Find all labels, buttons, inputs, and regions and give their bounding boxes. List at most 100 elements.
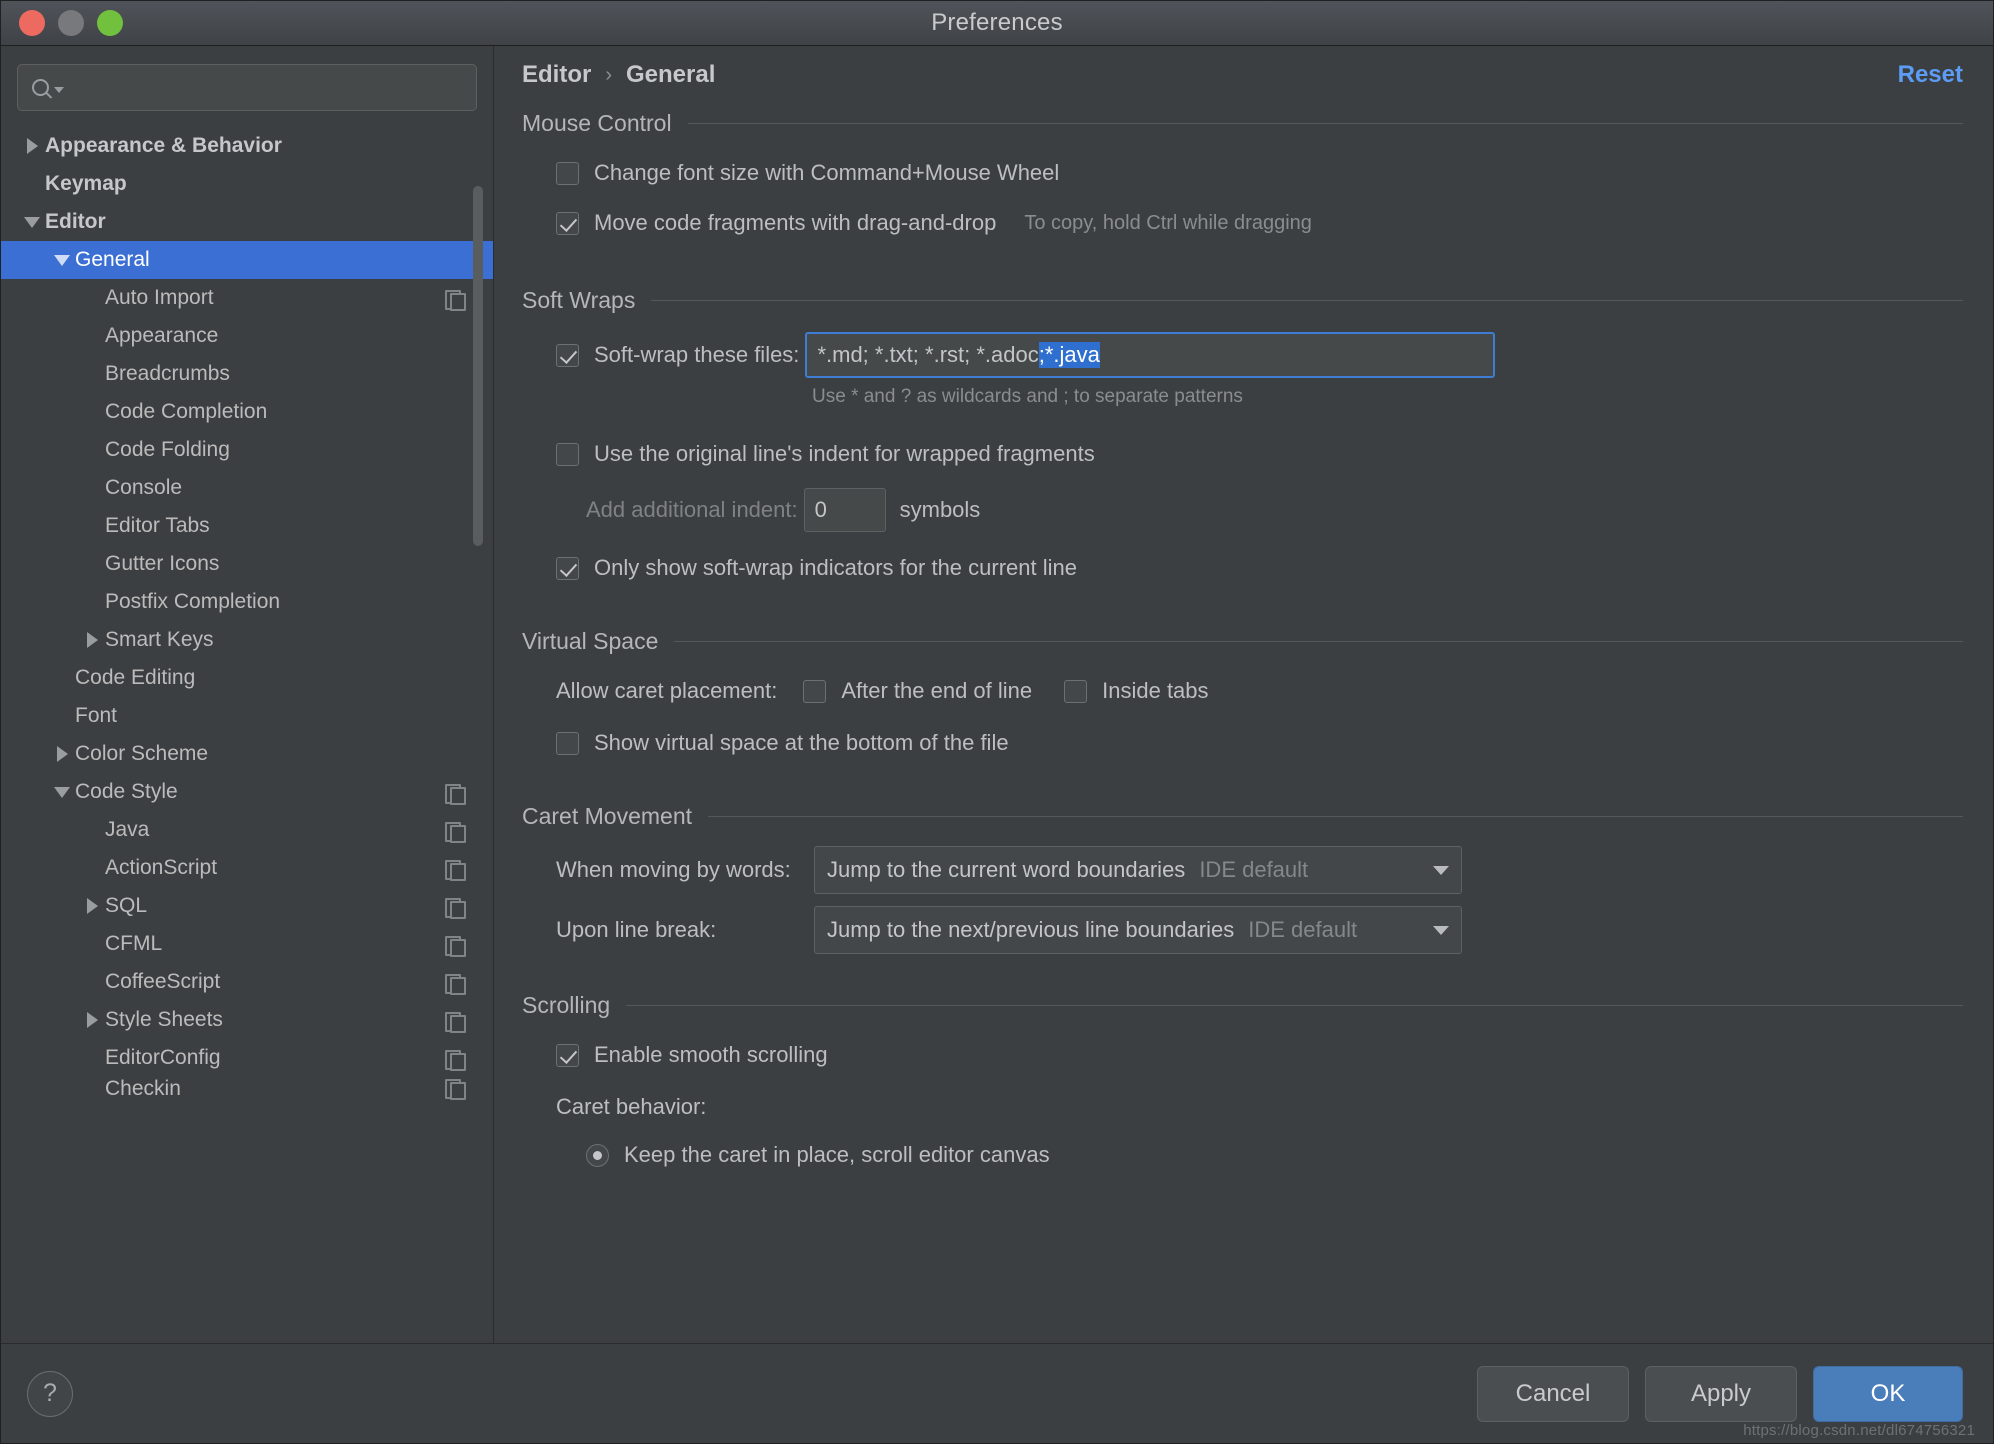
copy-settings-icon[interactable] (445, 858, 466, 881)
reset-link[interactable]: Reset (1898, 61, 1963, 89)
copy-settings-icon[interactable] (445, 972, 466, 995)
section-header: Scrolling (522, 992, 1963, 1019)
row-allow-caret-placement: Allow caret placement: After the end of … (522, 669, 1963, 713)
chevron-right-icon[interactable] (49, 746, 75, 762)
help-button[interactable]: ? (27, 1370, 73, 1417)
sidebar-item-label: Code Editing (75, 666, 196, 689)
sidebar-item-postfix-completion[interactable]: Postfix Completion (1, 583, 493, 621)
enable-smooth-scrolling-checkbox[interactable] (556, 1043, 579, 1067)
chevron-right-icon[interactable] (79, 632, 105, 648)
settings-tree[interactable]: Appearance & Behavior Keymap Editor General… (1, 123, 493, 1343)
chevron-down-icon[interactable] (49, 786, 75, 798)
upon-line-break-label: Upon line break: (556, 917, 717, 942)
cancel-button[interactable]: Cancel (1477, 1365, 1629, 1422)
apply-button[interactable]: Apply (1645, 1365, 1797, 1422)
chevron-right-icon[interactable] (79, 1012, 105, 1028)
copy-settings-icon[interactable] (445, 782, 466, 805)
sidebar-item-code-folding[interactable]: Code Folding (1, 431, 493, 469)
copy-settings-icon[interactable] (445, 820, 466, 843)
sidebar-item-sql[interactable]: SQL (1, 887, 493, 925)
enable-smooth-scrolling-label: Enable smooth scrolling (594, 1042, 828, 1067)
upon-line-break-select[interactable]: Jump to the next/previous line boundarie… (814, 906, 1462, 954)
sidebar-item-breadcrumbs[interactable]: Breadcrumbs (1, 355, 493, 393)
sidebar-item-font[interactable]: Font (1, 697, 493, 735)
sidebar-item-label: Code Folding (105, 438, 230, 461)
sidebar-item-editor-tabs[interactable]: Editor Tabs (1, 507, 493, 545)
chevron-down-icon[interactable] (49, 254, 75, 266)
chevron-right-icon[interactable] (79, 898, 105, 914)
search-input[interactable] (74, 76, 462, 99)
keep-caret-in-place-radio[interactable] (586, 1143, 609, 1167)
sidebar-item-general[interactable]: General (1, 241, 493, 279)
sidebar-item-code-style[interactable]: Code Style (1, 773, 493, 811)
copy-settings-icon[interactable] (445, 1048, 466, 1071)
settings-content: Mouse Control Change font size with Comm… (494, 104, 1993, 1343)
sidebar-item-editorconfig[interactable]: EditorConfig (1, 1039, 493, 1077)
section-caret-movement: Caret Movement When moving by words: Jum… (522, 803, 1963, 954)
sidebar-item-label: Editor (45, 210, 106, 233)
sidebar-item-java[interactable]: Java (1, 811, 493, 849)
sidebar-scrollbar-thumb[interactable] (473, 186, 483, 546)
after-end-of-line-checkbox[interactable] (803, 679, 827, 703)
breadcrumb-leaf: General (626, 61, 716, 88)
sidebar-item-coffeescript[interactable]: CoffeeScript (1, 963, 493, 1001)
section-header: Soft Wraps (522, 287, 1963, 314)
ok-button[interactable]: OK (1813, 1365, 1963, 1422)
soft-wrap-files-checkbox[interactable] (556, 343, 579, 367)
sidebar-item-keymap[interactable]: Keymap (1, 165, 493, 203)
sidebar-item-color-scheme[interactable]: Color Scheme (1, 735, 493, 773)
soft-wrap-files-label: Soft-wrap these files: (594, 342, 800, 367)
additional-indent-label: Add additional indent: (586, 497, 798, 522)
dialog-body: Appearance & Behavior Keymap Editor General… (1, 46, 1993, 1343)
sidebar-item-smart-keys[interactable]: Smart Keys (1, 621, 493, 659)
sidebar-item-code-completion[interactable]: Code Completion (1, 393, 493, 431)
chevron-down-icon[interactable] (19, 216, 45, 228)
sidebar-item-code-editing[interactable]: Code Editing (1, 659, 493, 697)
move-code-fragments-label: Move code fragments with drag-and-drop (594, 210, 997, 235)
change-font-size-label: Change font size with Command+Mouse Whee… (594, 160, 1060, 185)
copy-settings-icon[interactable] (445, 934, 466, 957)
additional-indent-input[interactable]: 0 (803, 488, 886, 532)
copy-settings-icon[interactable] (445, 288, 466, 311)
sidebar-item-checkin[interactable]: Checkin (1, 1077, 493, 1103)
only-show-indicators-checkbox[interactable] (556, 556, 579, 580)
soft-wrap-hint: Use * and ? as wildcards and ; to separa… (812, 386, 1243, 407)
section-title: Mouse Control (522, 110, 672, 136)
row-use-original-indent: Use the original line's indent for wrapp… (522, 432, 1963, 476)
copy-settings-icon[interactable] (445, 896, 466, 919)
soft-wrap-files-input[interactable]: *.md; *.txt; *.rst; *.adoc ;*.java (805, 332, 1496, 378)
search-box[interactable] (17, 64, 477, 111)
show-virtual-space-checkbox[interactable] (556, 731, 579, 755)
upon-line-break-suffix: IDE default (1248, 917, 1358, 942)
section-mouse-control: Mouse Control Change font size with Comm… (522, 110, 1963, 245)
sidebar-item-gutter-icons[interactable]: Gutter Icons (1, 545, 493, 583)
section-header: Caret Movement (522, 803, 1963, 830)
when-moving-by-words-select[interactable]: Jump to the current word boundaries IDE … (814, 846, 1462, 894)
sidebar-item-auto-import[interactable]: Auto Import (1, 279, 493, 317)
sidebar-item-appearance[interactable]: Appearance (1, 317, 493, 355)
sidebar-item-style-sheets[interactable]: Style Sheets (1, 1001, 493, 1039)
copy-settings-icon[interactable] (445, 1010, 466, 1033)
show-virtual-space-label: Show virtual space at the bottom of the … (594, 730, 1009, 755)
breadcrumb-root[interactable]: Editor (522, 61, 591, 89)
copy-settings-icon[interactable] (445, 1077, 466, 1100)
sidebar-item-actionscript[interactable]: ActionScript (1, 849, 493, 887)
move-code-fragments-checkbox[interactable] (556, 211, 579, 235)
breadcrumb-bar: Editor › General Reset (494, 46, 1993, 104)
row-additional-indent: Add additional indent: 0 symbols (522, 488, 1963, 532)
row-enable-smooth-scrolling: Enable smooth scrolling (522, 1033, 1963, 1077)
after-end-of-line-label: After the end of line (841, 678, 1033, 703)
sidebar-item-appearance-behavior[interactable]: Appearance & Behavior (1, 127, 493, 165)
sidebar-item-label: Breadcrumbs (105, 362, 230, 385)
sidebar-item-cfml[interactable]: CFML (1, 925, 493, 963)
change-font-size-checkbox[interactable] (556, 161, 579, 185)
sidebar-item-console[interactable]: Console (1, 469, 493, 507)
inside-tabs-checkbox[interactable] (1064, 679, 1088, 703)
use-original-indent-checkbox[interactable] (556, 442, 579, 466)
sidebar-item-editor[interactable]: Editor (1, 203, 493, 241)
sidebar-item-label: Appearance & Behavior (45, 134, 282, 157)
sidebar-item-label: Code Style (75, 780, 178, 803)
sidebar-item-label: EditorConfig (105, 1046, 221, 1069)
sidebar-item-label: CoffeeScript (105, 970, 221, 993)
chevron-right-icon[interactable] (19, 138, 45, 154)
